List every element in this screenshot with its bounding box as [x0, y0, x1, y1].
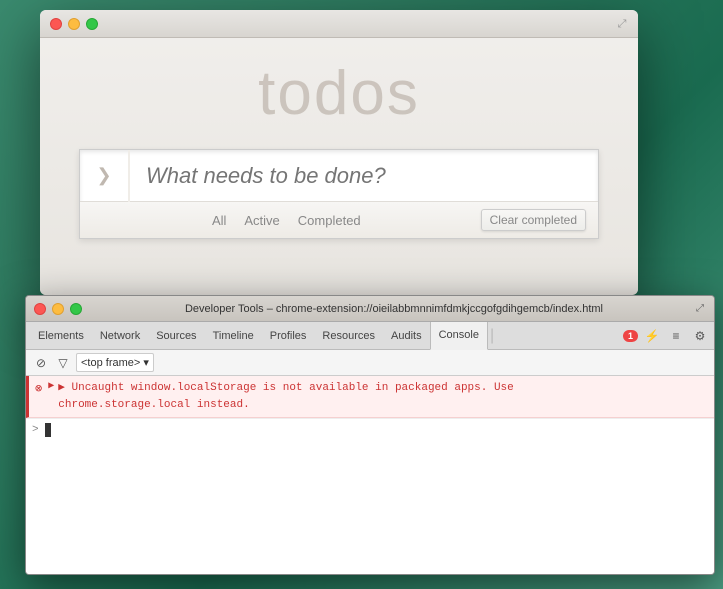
tab-network[interactable]: Network	[92, 322, 148, 350]
devtools-tabs-right: 1 ⚡ ≡ ⚙	[623, 326, 710, 346]
tab-audits[interactable]: Audits	[383, 322, 430, 350]
filter-all-button[interactable]: All	[204, 211, 234, 230]
console-filter-icon[interactable]: ⚡	[642, 326, 662, 346]
frame-selector[interactable]: <top frame> ▾	[76, 353, 154, 372]
error-expand-triangle[interactable]: ▶	[48, 380, 54, 392]
tab-sources[interactable]: Sources	[148, 322, 204, 350]
error-count-badge: 1	[623, 330, 638, 342]
maximize-button[interactable]	[86, 18, 98, 30]
app-title: todos	[258, 58, 420, 129]
todo-input-row: ❯	[80, 150, 598, 202]
tab-profiles[interactable]: Profiles	[262, 322, 315, 350]
block-requests-icon[interactable]: ⊘	[32, 354, 50, 372]
filter-active-button[interactable]: Active	[236, 211, 287, 230]
devtools-titlebar: Developer Tools – chrome-extension://oie…	[26, 296, 714, 322]
filter-icon[interactable]: ▽	[54, 354, 72, 372]
todos-app-window: ⤢ todos ❯ All Active Completed Clear com…	[40, 10, 638, 295]
devtools-minimize-button[interactable]	[52, 303, 64, 315]
frame-chevron-icon: ▾	[143, 356, 149, 369]
clear-completed-button[interactable]: Clear completed	[481, 209, 586, 231]
devtools-maximize-button[interactable]	[70, 303, 82, 315]
app-content: todos ❯ All Active Completed Clear compl…	[40, 38, 638, 295]
console-cursor[interactable]	[45, 423, 51, 437]
todo-input-area: ❯ All Active Completed Clear completed	[79, 149, 599, 239]
expand-icon[interactable]: ⤢	[614, 16, 630, 32]
console-list-icon[interactable]: ≡	[666, 326, 686, 346]
error-message: ▶ Uncaught window.localStorage is not av…	[58, 380, 514, 413]
devtools-settings-icon[interactable]: ⚙	[690, 326, 710, 346]
console-error-row: ⊗ ▶ ▶ Uncaught window.localStorage is no…	[26, 376, 714, 418]
devtools-tabs: Elements Network Sources Timeline Profil…	[26, 322, 714, 350]
close-button[interactable]	[50, 18, 62, 30]
devtools-title: Developer Tools – chrome-extension://oie…	[82, 303, 706, 315]
console-prompt: >	[32, 424, 39, 436]
app-titlebar: ⤢	[40, 10, 638, 38]
tab-timeline[interactable]: Timeline	[205, 322, 262, 350]
devtools-expand-icon[interactable]: ⤢	[692, 300, 708, 316]
tab-elements[interactable]: Elements	[30, 322, 92, 350]
todo-footer: All Active Completed Clear completed	[80, 202, 598, 238]
tab-console[interactable]: Console	[430, 322, 488, 350]
error-circle-icon: ⊗	[35, 381, 42, 396]
frame-label: <top frame>	[81, 357, 140, 369]
tab-resources[interactable]: Resources	[314, 322, 383, 350]
console-input-row: >	[26, 418, 714, 441]
toggle-all-button[interactable]: ❯	[80, 150, 130, 202]
devtools-toolbar: ⊘ ▽ <top frame> ▾	[26, 350, 714, 376]
new-todo-input[interactable]	[130, 150, 598, 202]
minimize-button[interactable]	[68, 18, 80, 30]
devtools-console-content: ⊗ ▶ ▶ Uncaught window.localStorage is no…	[26, 376, 714, 574]
devtools-close-button[interactable]	[34, 303, 46, 315]
traffic-lights	[50, 18, 98, 30]
devtools-window: Developer Tools – chrome-extension://oie…	[25, 295, 715, 575]
devtools-traffic-lights	[34, 303, 82, 315]
filter-completed-button[interactable]: Completed	[290, 211, 369, 230]
filter-buttons: All Active Completed	[92, 211, 481, 230]
